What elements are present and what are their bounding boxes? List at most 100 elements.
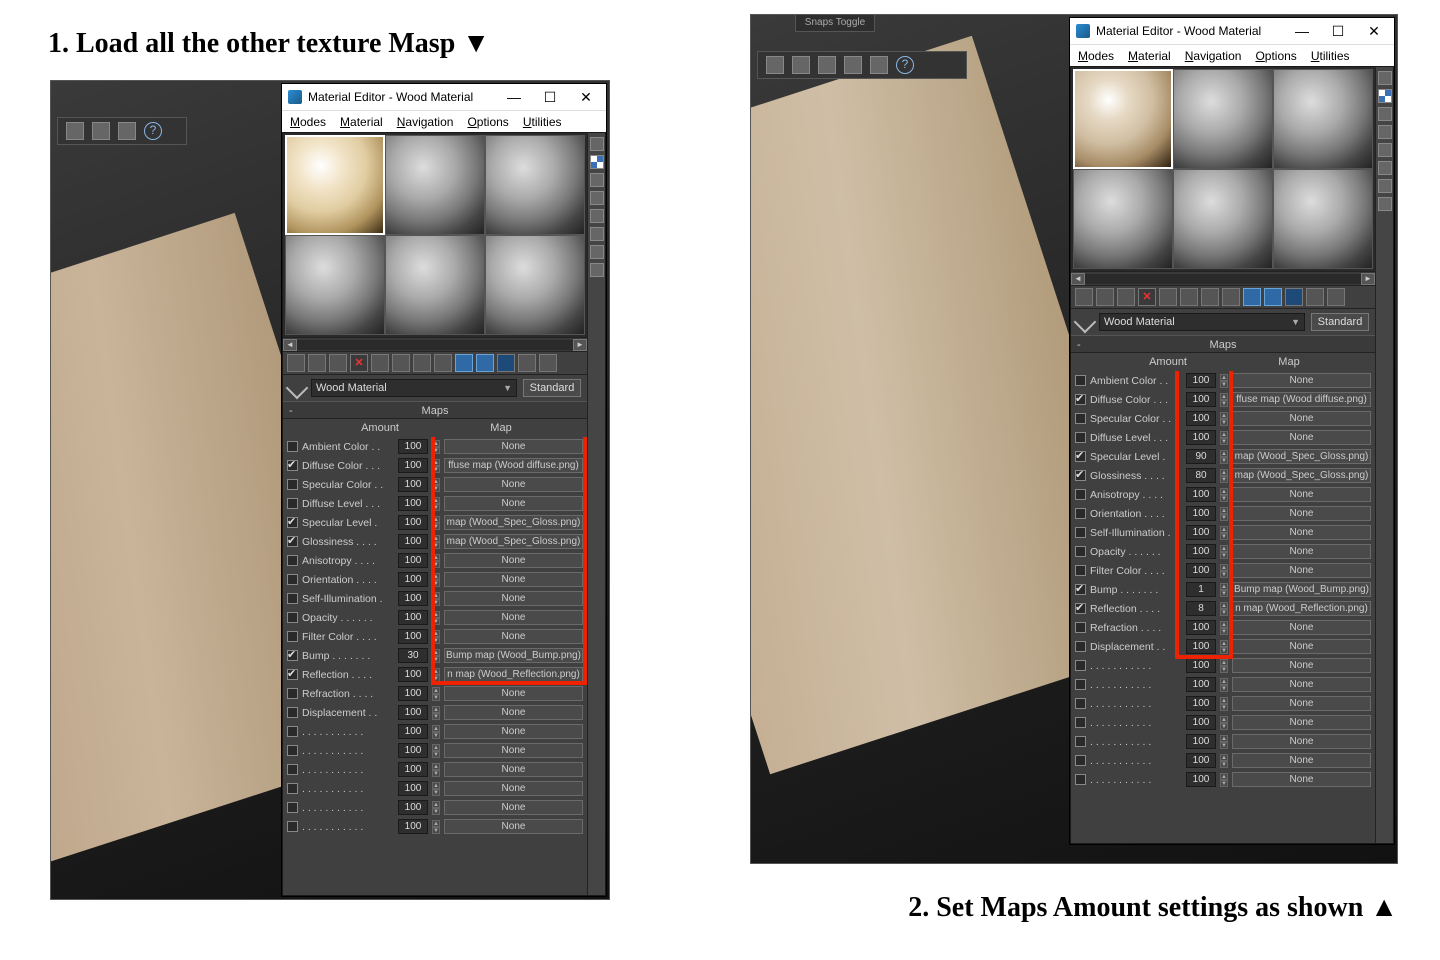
tool-icon[interactable] bbox=[476, 354, 494, 372]
map-slot-button[interactable]: None bbox=[1232, 506, 1371, 521]
spinner[interactable]: ▲▼ bbox=[432, 801, 440, 815]
material-name-dropdown[interactable]: Wood Material ▼ bbox=[1099, 313, 1305, 331]
material-slot-2[interactable] bbox=[385, 135, 485, 235]
map-slot-button[interactable]: None bbox=[1232, 753, 1371, 768]
map-checkbox[interactable] bbox=[287, 574, 298, 585]
map-slot-button[interactable]: None bbox=[1232, 677, 1371, 692]
map-checkbox[interactable] bbox=[1075, 565, 1086, 576]
tool-icon[interactable] bbox=[1327, 288, 1345, 306]
map-checkbox[interactable] bbox=[287, 631, 298, 642]
map-slot-button[interactable]: None bbox=[1232, 734, 1371, 749]
map-checkbox[interactable] bbox=[1075, 432, 1086, 443]
spinner[interactable]: ▲▼ bbox=[1220, 716, 1228, 730]
map-slot-button[interactable]: n map (Wood_Reflection.png) bbox=[444, 667, 583, 682]
minimize-button[interactable]: — bbox=[500, 89, 528, 106]
spinner[interactable]: ▲▼ bbox=[1220, 564, 1228, 578]
map-checkbox[interactable] bbox=[287, 821, 298, 832]
window-titlebar[interactable]: Material Editor - Wood Material — ☐ ✕ bbox=[282, 84, 606, 110]
spinner[interactable]: ▲▼ bbox=[432, 535, 440, 549]
window-titlebar[interactable]: Material Editor - Wood Material — ☐ ✕ bbox=[1070, 18, 1394, 44]
amount-field[interactable]: 100 bbox=[1186, 411, 1216, 426]
map-checkbox[interactable] bbox=[1075, 527, 1086, 538]
toolbar-icon[interactable] bbox=[792, 56, 810, 74]
map-slot-button[interactable]: None bbox=[1232, 544, 1371, 559]
map-slot-button[interactable]: None bbox=[444, 629, 583, 644]
material-slot-4[interactable] bbox=[1073, 169, 1173, 269]
map-slot-button[interactable]: None bbox=[1232, 487, 1371, 502]
background-icon[interactable] bbox=[1378, 89, 1392, 103]
spinner[interactable]: ▲▼ bbox=[1220, 697, 1228, 711]
map-checkbox[interactable] bbox=[287, 593, 298, 604]
shader-type-button[interactable]: Standard bbox=[523, 379, 581, 397]
map-slot-button[interactable]: None bbox=[1232, 639, 1371, 654]
map-checkbox[interactable] bbox=[287, 745, 298, 756]
side-icon[interactable] bbox=[1378, 107, 1392, 121]
map-checkbox[interactable] bbox=[287, 707, 298, 718]
side-icon[interactable] bbox=[590, 173, 604, 187]
map-slot-button[interactable]: Bump map (Wood_Bump.png) bbox=[444, 648, 583, 663]
map-slot-button[interactable]: None bbox=[1232, 373, 1371, 388]
slot-scrollbar[interactable]: ◄ ► bbox=[1071, 271, 1375, 285]
map-checkbox[interactable] bbox=[287, 783, 298, 794]
map-checkbox[interactable] bbox=[287, 764, 298, 775]
amount-field[interactable]: 100 bbox=[398, 610, 428, 625]
amount-field[interactable]: 100 bbox=[398, 667, 428, 682]
spinner[interactable]: ▲▼ bbox=[1220, 583, 1228, 597]
tool-icon[interactable] bbox=[1096, 288, 1114, 306]
map-checkbox[interactable] bbox=[1075, 394, 1086, 405]
toolbar-icon[interactable] bbox=[870, 56, 888, 74]
map-checkbox[interactable] bbox=[1075, 755, 1086, 766]
side-icon[interactable] bbox=[1378, 143, 1392, 157]
map-checkbox[interactable] bbox=[1075, 660, 1086, 671]
spinner[interactable]: ▲▼ bbox=[432, 782, 440, 796]
map-slot-button[interactable]: None bbox=[444, 724, 583, 739]
amount-field[interactable]: 100 bbox=[1186, 430, 1216, 445]
spinner[interactable]: ▲▼ bbox=[1220, 754, 1228, 768]
help-icon[interactable]: ? bbox=[144, 122, 162, 140]
map-checkbox[interactable] bbox=[1075, 546, 1086, 557]
spinner[interactable]: ▲▼ bbox=[432, 516, 440, 530]
spinner[interactable]: ▲▼ bbox=[432, 706, 440, 720]
spinner[interactable]: ▲▼ bbox=[1220, 602, 1228, 616]
menu-bar[interactable]: Modes Material Navigation Options Utilit… bbox=[1070, 44, 1394, 66]
tool-icon[interactable] bbox=[371, 354, 389, 372]
amount-field[interactable]: 100 bbox=[398, 572, 428, 587]
map-slot-button[interactable]: None bbox=[444, 762, 583, 777]
spinner[interactable]: ▲▼ bbox=[1220, 678, 1228, 692]
tool-icon[interactable] bbox=[1117, 288, 1135, 306]
menu-material[interactable]: Material bbox=[1128, 49, 1171, 63]
spinner[interactable]: ▲▼ bbox=[432, 497, 440, 511]
map-slot-button[interactable]: None bbox=[1232, 525, 1371, 540]
spinner[interactable]: ▲▼ bbox=[1220, 735, 1228, 749]
tool-icon[interactable] bbox=[455, 354, 473, 372]
amount-field[interactable]: 100 bbox=[398, 724, 428, 739]
side-toolbar[interactable] bbox=[1375, 67, 1393, 843]
amount-field[interactable]: 80 bbox=[1186, 468, 1216, 483]
amount-field[interactable]: 100 bbox=[398, 629, 428, 644]
map-checkbox[interactable] bbox=[287, 650, 298, 661]
map-slot-button[interactable]: None bbox=[444, 819, 583, 834]
spinner[interactable]: ▲▼ bbox=[432, 668, 440, 682]
map-checkbox[interactable] bbox=[1075, 736, 1086, 747]
map-checkbox[interactable] bbox=[1075, 622, 1086, 633]
map-checkbox[interactable] bbox=[287, 536, 298, 547]
map-checkbox[interactable] bbox=[1075, 584, 1086, 595]
map-checkbox[interactable] bbox=[287, 460, 298, 471]
tool-icon[interactable] bbox=[287, 354, 305, 372]
spinner[interactable]: ▲▼ bbox=[1220, 469, 1228, 483]
amount-field[interactable]: 100 bbox=[1186, 772, 1216, 787]
map-checkbox[interactable] bbox=[1075, 717, 1086, 728]
tool-icon[interactable] bbox=[413, 354, 431, 372]
map-checkbox[interactable] bbox=[287, 498, 298, 509]
main-toolbar-right[interactable]: ? bbox=[757, 51, 967, 79]
amount-field[interactable]: 100 bbox=[398, 591, 428, 606]
menu-utilities[interactable]: Utilities bbox=[1311, 49, 1350, 63]
scroll-right-icon[interactable]: ► bbox=[573, 339, 587, 351]
help-icon[interactable]: ? bbox=[896, 56, 914, 74]
map-checkbox[interactable] bbox=[1075, 451, 1086, 462]
map-checkbox[interactable] bbox=[1075, 603, 1086, 614]
map-checkbox[interactable] bbox=[1075, 679, 1086, 690]
map-checkbox[interactable] bbox=[1075, 698, 1086, 709]
amount-field[interactable]: 100 bbox=[398, 534, 428, 549]
material-slot-2[interactable] bbox=[1173, 69, 1273, 169]
